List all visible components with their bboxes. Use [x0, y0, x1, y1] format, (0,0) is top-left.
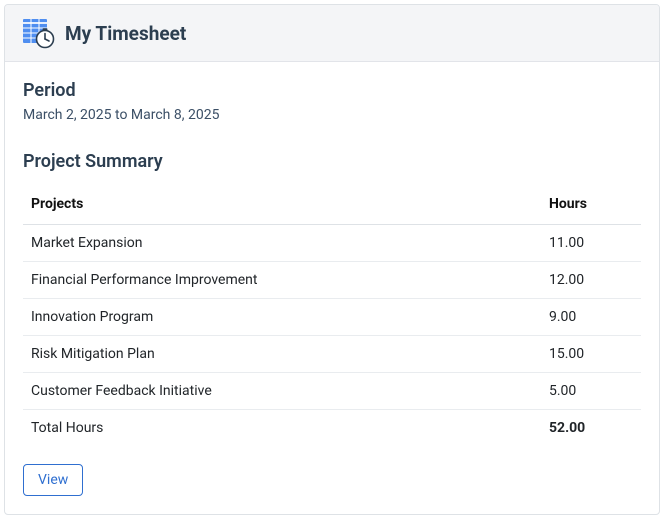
table-row: Risk Mitigation Plan 15.00	[23, 336, 641, 373]
project-summary-table: Projects Hours Market Expansion 11.00 Fi…	[23, 186, 641, 446]
project-hours: 11.00	[541, 225, 641, 262]
period-range: March 2, 2025 to March 8, 2025	[23, 107, 641, 123]
table-header-row: Projects Hours	[23, 186, 641, 225]
table-total-row: Total Hours 52.00	[23, 410, 641, 447]
timesheet-card: My Timesheet Period March 2, 2025 to Mar…	[4, 4, 660, 515]
col-header-projects: Projects	[23, 186, 541, 225]
total-hours: 52.00	[541, 410, 641, 447]
project-hours: 9.00	[541, 299, 641, 336]
project-name: Risk Mitigation Plan	[23, 336, 541, 373]
view-button[interactable]: View	[23, 464, 83, 496]
card-header: My Timesheet	[5, 5, 659, 62]
table-row: Market Expansion 11.00	[23, 225, 641, 262]
table-row: Customer Feedback Initiative 5.00	[23, 373, 641, 410]
project-hours: 5.00	[541, 373, 641, 410]
table-body: Market Expansion 11.00 Financial Perform…	[23, 225, 641, 447]
project-summary-title: Project Summary	[23, 151, 641, 172]
project-hours: 12.00	[541, 262, 641, 299]
timesheet-icon	[23, 19, 53, 47]
total-label: Total Hours	[23, 410, 541, 447]
card-title: My Timesheet	[65, 22, 186, 45]
project-name: Financial Performance Improvement	[23, 262, 541, 299]
table-row: Financial Performance Improvement 12.00	[23, 262, 641, 299]
card-body: Period March 2, 2025 to March 8, 2025 Pr…	[5, 62, 659, 514]
project-name: Customer Feedback Initiative	[23, 373, 541, 410]
project-hours: 15.00	[541, 336, 641, 373]
project-name: Market Expansion	[23, 225, 541, 262]
period-label: Period	[23, 80, 641, 101]
project-name: Innovation Program	[23, 299, 541, 336]
table-row: Innovation Program 9.00	[23, 299, 641, 336]
col-header-hours: Hours	[541, 186, 641, 225]
